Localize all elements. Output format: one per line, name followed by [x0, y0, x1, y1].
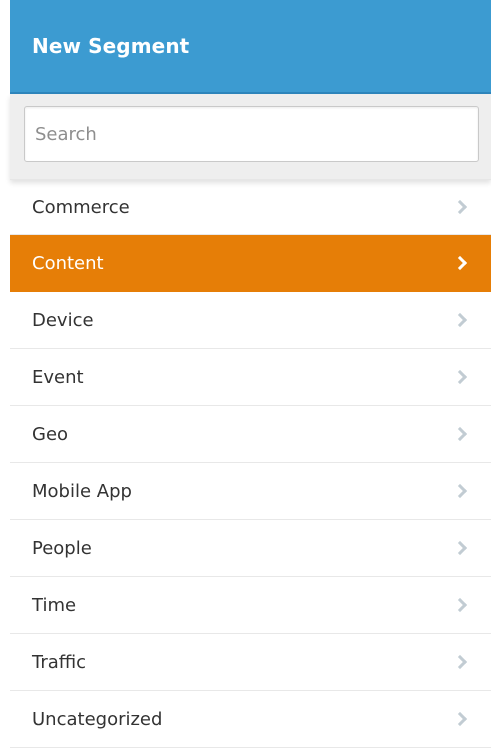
category-list: Commerce Content Device Event Geo Mobile… — [10, 180, 491, 748]
chevron-right-icon — [452, 654, 468, 670]
category-label: Uncategorized — [32, 708, 163, 730]
category-item-time[interactable]: Time — [10, 577, 491, 634]
category-item-content[interactable]: Content — [10, 235, 491, 292]
category-label: Time — [32, 594, 77, 616]
category-item-traffic[interactable]: Traffic — [10, 634, 491, 691]
category-label: Mobile App — [32, 480, 132, 502]
chevron-right-icon — [452, 540, 468, 556]
category-label: Event — [32, 366, 84, 388]
category-item-geo[interactable]: Geo — [10, 406, 491, 463]
chevron-right-icon — [452, 597, 468, 613]
category-item-commerce[interactable]: Commerce — [10, 180, 491, 235]
category-item-mobile-app[interactable]: Mobile App — [10, 463, 491, 520]
category-label: Commerce — [32, 196, 130, 218]
category-label: Content — [32, 252, 104, 274]
category-item-event[interactable]: Event — [10, 349, 491, 406]
chevron-right-icon — [452, 711, 468, 727]
new-segment-panel: New Segment Commerce Content Device Even… — [10, 0, 491, 748]
chevron-right-icon — [452, 255, 468, 271]
category-label: People — [32, 537, 92, 559]
chevron-right-icon — [452, 199, 468, 215]
category-label: Traffic — [32, 651, 87, 673]
category-item-uncategorized[interactable]: Uncategorized — [10, 691, 491, 748]
panel-header: New Segment — [10, 0, 491, 94]
chevron-right-icon — [452, 426, 468, 442]
category-label: Geo — [32, 423, 69, 445]
chevron-right-icon — [452, 369, 468, 385]
search-input[interactable] — [24, 106, 479, 162]
category-item-people[interactable]: People — [10, 520, 491, 577]
search-container — [10, 94, 491, 180]
chevron-right-icon — [452, 483, 468, 499]
chevron-right-icon — [452, 312, 468, 328]
category-label: Device — [32, 309, 94, 331]
category-item-device[interactable]: Device — [10, 292, 491, 349]
panel-title: New Segment — [32, 34, 190, 58]
